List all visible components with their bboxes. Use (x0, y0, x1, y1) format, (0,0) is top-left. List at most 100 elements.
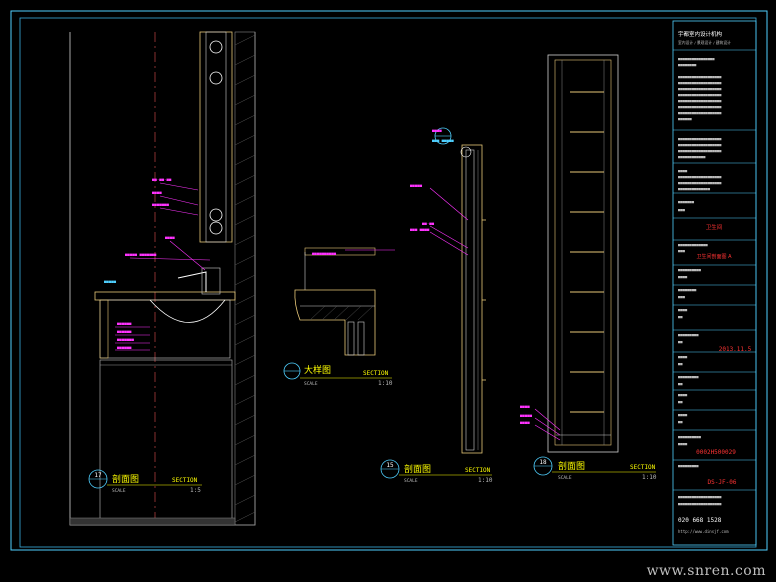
svg-text:■■■■: ■■■■ (678, 441, 688, 446)
svg-text:■■: ■■ (678, 381, 683, 386)
company-subtitle: 室内设计 / 景观设计 / 建筑设计 (678, 40, 731, 45)
svg-text:■■■■■■■■■■■■■■■■■■■: ■■■■■■■■■■■■■■■■■■■ (678, 110, 722, 115)
watermark: www.snren.com (646, 563, 766, 579)
section-17-number: 17 (94, 472, 102, 479)
svg-text:■■■■: ■■■■ (678, 274, 688, 279)
svg-text:■■■: ■■■ (678, 207, 686, 212)
svg-text:■■■■■■■■■■■■■■■■■■■: ■■■■■■■■■■■■■■■■■■■ (678, 142, 722, 147)
svg-text:■■■: ■■■ (678, 248, 686, 253)
svg-text:■■■■■■■■■: ■■■■■■■■■ (678, 332, 699, 337)
phone-number: 020 668 1528 (678, 517, 722, 524)
svg-text:■■■■■■■■■■■■■: ■■■■■■■■■■■■■ (678, 242, 708, 247)
left-section-drawing: ■■-■■-■■■■■■ ■■■■■■■■■■■ ■■■■■ ■■■■■■■ ■… (69, 31, 256, 526)
title-block: 宇都室内设计机构 室内设计 / 景观设计 / 建筑设计 ■■■■■■■■■■■■… (672, 20, 757, 546)
section-15-title: 剖面图 (404, 463, 431, 475)
svg-text:■■■■■ ■■■■■■■: ■■■■■ ■■■■■■■ (125, 252, 157, 257)
company-name: 宇都室内设计机构 (678, 30, 723, 38)
plan-value: 卫生间剖面图 A (696, 253, 732, 260)
section-18-scale: 1:10 (642, 474, 657, 481)
svg-text:■■■■: ■■■■ (678, 392, 688, 397)
svg-text:■■■■■■■■■■■■■■■■■■■: ■■■■■■■■■■■■■■■■■■■ (678, 98, 722, 103)
svg-text:■■■■■■■■■■■■■■■■■■■: ■■■■■■■■■■■■■■■■■■■ (678, 180, 722, 185)
svg-text:■■■■■: ■■■■■ (520, 413, 533, 418)
svg-text:■■■■■: ■■■■■ (104, 279, 117, 284)
detail-title: 大样图 (304, 364, 331, 376)
section-15-number: 15 (386, 462, 394, 469)
svg-text:■■■■■■■: ■■■■■■■ (152, 202, 169, 207)
svg-text:■■■■: ■■■■ (520, 404, 530, 409)
date-value: 2013.11.5 (719, 346, 752, 353)
svg-text:■■-■■-■■: ■■-■■-■■ (152, 177, 172, 182)
svg-text:■■■■■■■■■■■■■■■■■■■: ■■■■■■■■■■■■■■■■■■■ (678, 501, 722, 506)
svg-text:■■■■: ■■■■ (152, 190, 162, 195)
section-18-number: 18 (539, 459, 547, 466)
detail-label: 大样图 SECTION SCALE 1:10 (283, 362, 393, 387)
svg-text:■■■■■■■■■■: ■■■■■■■■■■ (678, 267, 702, 272)
svg-text:■■■■■■■■■■■■■■■■■■■: ■■■■■■■■■■■■■■■■■■■ (678, 494, 722, 499)
svg-text:■■■■■■■■■■■■■■■■■■■: ■■■■■■■■■■■■■■■■■■■ (678, 80, 722, 85)
svg-text:■■■: ■■■ (678, 294, 686, 299)
svg-text:■■■ ■■■■: ■■■ ■■■■ (410, 227, 430, 232)
section-15-label: 15 剖面图 SECTION SCALE 1:10 (380, 459, 493, 484)
svg-text:■■■■■■■■■■■■■■: ■■■■■■■■■■■■■■ (678, 186, 711, 191)
svg-text:■■■■: ■■■■ (678, 412, 688, 417)
svg-text:■■■■■■■■■■: ■■■■■■■■■■ (678, 434, 702, 439)
svg-text:■■■■: ■■■■ (520, 420, 530, 425)
svg-text:■■■■■■■■■■■■■■■■■■■: ■■■■■■■■■■■■■■■■■■■ (678, 104, 722, 109)
section-17-label: 17 剖面图 SECTION SCALE 1:5 (88, 469, 202, 494)
svg-text:■■■■■■: ■■■■■■ (117, 345, 132, 350)
svg-text:■■■■■■■: ■■■■■■■ (678, 199, 695, 204)
code-value: 0002H500029 (696, 449, 736, 456)
svg-text:■■■■■■■■■■■■■■■■■■■: ■■■■■■■■■■■■■■■■■■■ (678, 74, 722, 79)
svg-text:■■: ■■ (678, 399, 683, 404)
svg-text:■■■■■■■■■■■■■■■■■■■: ■■■■■■■■■■■■■■■■■■■ (678, 86, 722, 91)
svg-text:■■■■: ■■■■ (165, 235, 175, 240)
svg-text:■■: ■■ (678, 339, 683, 344)
svg-text:■■■■■■■■■■■■■■■■■■■: ■■■■■■■■■■■■■■■■■■■ (678, 174, 722, 179)
drawing-canvas: ■■-■■-■■■■■■ ■■■■■■■■■■■ ■■■■■ ■■■■■■■ ■… (10, 10, 768, 551)
section-18-title: 剖面图 (558, 460, 585, 472)
svg-text:■■■■: ■■■■ (678, 307, 688, 312)
detail-label-text: SECTION (363, 370, 389, 377)
svg-text:■■■■■■■■■■■■■■■■■■■: ■■■■■■■■■■■■■■■■■■■ (678, 92, 722, 97)
website: http://www.dinsjf.com (678, 529, 729, 534)
svg-text:■■: ■■ (678, 419, 683, 424)
section-15-scale: 1:10 (478, 477, 493, 484)
section-17-label-text: SECTION (172, 477, 198, 484)
svg-text:■■■■■■■■■: ■■■■■■■■■ (678, 374, 699, 379)
svg-text:■■■■■■■■■■■■■■■■: ■■■■■■■■■■■■■■■■ (678, 56, 715, 61)
drawing-title-value: 卫生间 (706, 223, 723, 231)
svg-text:■■: ■■ (678, 361, 683, 366)
detail-drawing: ■■■■■■■■■■ (294, 247, 395, 356)
svg-text:■■■■■■■■■■: ■■■■■■■■■■ (312, 251, 337, 256)
svg-text:■■■■■■■■: ■■■■■■■■ (678, 62, 697, 67)
detail-scale-label: SCALE (304, 381, 318, 387)
section-15-scale-label: SCALE (404, 478, 418, 484)
section-18-scale-label: SCALE (558, 475, 572, 481)
section-17-title: 剖面图 (112, 473, 139, 485)
detail-scale: 1:10 (378, 380, 393, 387)
svg-text:■■■■■■■■■■■■: ■■■■■■■■■■■■ (678, 154, 706, 159)
svg-text:■■■■■■: ■■■■■■ (678, 116, 692, 121)
svg-text:■■■■■■■■■: ■■■■■■■■■ (678, 463, 699, 468)
svg-text:■■■■: ■■■■ (678, 168, 688, 173)
svg-text:■■■■■■■■■■■■■■■■■■■: ■■■■■■■■■■■■■■■■■■■ (678, 148, 722, 153)
svg-text:■■-■■: ■■-■■ (422, 221, 435, 226)
svg-text:■■■■■■■■: ■■■■■■■■ (678, 287, 697, 292)
section-15-label-text: SECTION (465, 467, 491, 474)
section-17-scale: 1:5 (190, 487, 201, 494)
mid-section-drawing: ■■■■■ ■■-■■■■■ ■■■■ ■■■■ ■■■ ■■■■■ (410, 127, 486, 454)
svg-text:■■■■■■: ■■■■■■ (117, 329, 132, 334)
svg-text:■■: ■■ (678, 314, 683, 319)
section-17-scale-label: SCALE (112, 488, 126, 494)
section-18-label-text: SECTION (630, 464, 656, 471)
svg-text:■■■■■■■: ■■■■■■■ (117, 337, 134, 342)
svg-text:■■■ ■■■■■: ■■■ ■■■■■ (432, 138, 454, 143)
svg-text:■■■■: ■■■■ (432, 128, 442, 133)
cad-sheet: ■■-■■-■■ ■■■■ ■■■■■■■ ■■■■ ■■■■■ ■■■■■■■ ■… (0, 0, 776, 582)
svg-text:■■■■■■: ■■■■■■ (117, 321, 132, 326)
right-section-drawing: ■■■■■■■■■■■■■ (520, 54, 619, 453)
svg-text:■■■■■■■■■■■■■■■■■■■: ■■■■■■■■■■■■■■■■■■■ (678, 136, 722, 141)
section-18-label: 18 剖面图 SECTION SCALE 1:10 (533, 456, 657, 481)
svg-text:■■■■: ■■■■ (678, 354, 688, 359)
